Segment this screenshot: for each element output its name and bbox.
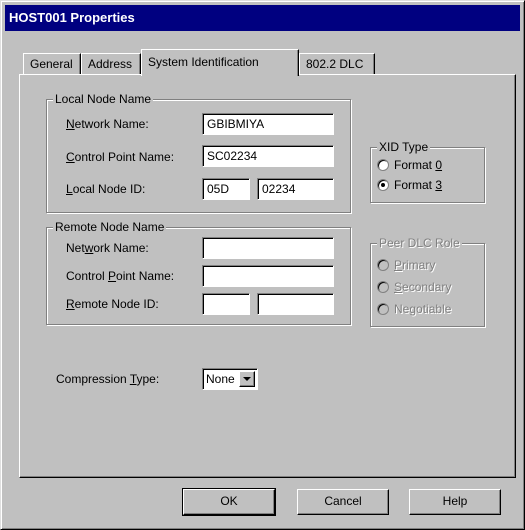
tab-panel: Local Node Name Network Name: GBIBMIYA C… [19, 74, 516, 478]
xid-format-0-radio[interactable]: Format 0 [377, 158, 442, 172]
local-control-point-input[interactable]: SC02234 [202, 145, 334, 167]
local-node-id-block-input[interactable]: 05D [202, 178, 250, 200]
compression-type-select[interactable]: None [202, 368, 258, 390]
local-node-id-num-value: 02234 [262, 182, 296, 196]
xid-type-group: XID Type Format 0 Format 3 [370, 140, 485, 203]
tab-label: Address [88, 57, 133, 71]
local-node-id-num-input[interactable]: 02234 [257, 178, 334, 200]
tab-system-identification[interactable]: System Identification [141, 49, 299, 76]
tab-802-2-dlc[interactable]: 802.2 DLC [299, 53, 375, 75]
radio-circle-icon [377, 159, 389, 171]
tab-label: 802.2 DLC [306, 57, 364, 71]
local-network-name-value: GBIBMIYA [207, 117, 265, 131]
peer-negotiable-radio: Negotiable [377, 302, 451, 316]
compression-type-label: Compression Type: [56, 372, 160, 386]
peer-dlc-role-legend: Peer DLC Role [377, 236, 462, 250]
ok-button[interactable]: OK [182, 488, 276, 516]
remote-node-id-num-input[interactable] [257, 293, 334, 315]
remote-control-point-label: Control Point Name: [66, 269, 175, 283]
peer-secondary-radio: Secondary [377, 280, 451, 294]
tab-general[interactable]: General [23, 53, 81, 75]
peer-primary-radio: Primary [377, 258, 435, 272]
remote-node-id-label: Remote Node ID: [66, 297, 159, 311]
compression-type-value: None [206, 372, 235, 386]
remote-node-group: Remote Node Name Network Name: Control P… [46, 220, 351, 325]
local-network-name-input[interactable]: GBIBMIYA [202, 113, 334, 135]
help-button[interactable]: Help [409, 489, 501, 515]
local-node-id-label: Local Node ID: [66, 182, 146, 196]
remote-control-point-input[interactable] [202, 265, 334, 287]
remote-node-legend: Remote Node Name [53, 220, 167, 234]
local-network-name-label: Network Name: [66, 117, 149, 131]
help-button-label: Help [442, 494, 468, 508]
radio-selected-icon [377, 179, 389, 191]
peer-dlc-role-group: Peer DLC Role Primary Secondary Negotiab… [370, 236, 485, 327]
tab-label: General [30, 57, 73, 71]
local-node-group: Local Node Name Network Name: GBIBMIYA C… [46, 92, 351, 213]
cancel-button[interactable]: Cancel [297, 489, 389, 515]
remote-node-id-block-input[interactable] [202, 293, 250, 315]
local-node-id-block-value: 05D [207, 182, 230, 196]
xid-type-legend: XID Type [377, 140, 431, 154]
radio-circle-icon [377, 303, 389, 315]
remote-network-name-label: Network Name: [66, 241, 149, 255]
xid-format-3-radio[interactable]: Format 3 [377, 178, 442, 192]
ok-button-label: OK [220, 494, 238, 508]
radio-circle-icon [377, 281, 389, 293]
local-node-legend: Local Node Name [53, 92, 154, 106]
properties-dialog: HOST001 Properties General Address Syste… [0, 0, 525, 530]
window-title: HOST001 Properties [9, 10, 135, 25]
radio-circle-icon [377, 259, 389, 271]
title-bar[interactable]: HOST001 Properties [5, 5, 520, 31]
local-control-point-label: Control Point Name: [66, 150, 175, 164]
remote-network-name-input[interactable] [202, 237, 334, 259]
chevron-down-icon[interactable] [239, 371, 255, 387]
cancel-button-label: Cancel [324, 494, 362, 508]
tab-address[interactable]: Address [81, 53, 141, 75]
tab-label: System Identification [148, 55, 259, 69]
local-control-point-value: SC02234 [207, 149, 258, 163]
